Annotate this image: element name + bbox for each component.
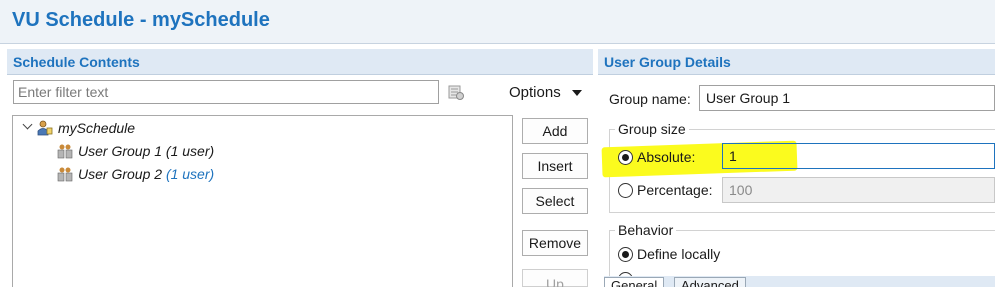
select-button[interactable]: Select (522, 188, 588, 214)
absolute-radio[interactable] (618, 150, 633, 165)
schedule-tree[interactable] (12, 115, 513, 287)
tree-item-user-group-1[interactable]: User Group 1 (1 user) (78, 143, 214, 163)
percentage-radio[interactable] (618, 183, 633, 198)
absolute-label: Absolute: (637, 149, 696, 165)
filter-input[interactable] (13, 80, 439, 104)
define-locally-radio[interactable] (618, 247, 633, 262)
tab-general[interactable]: General (604, 277, 665, 287)
add-button[interactable]: Add (522, 118, 588, 144)
absolute-input[interactable] (722, 143, 995, 169)
percentage-label: Percentage: (637, 182, 713, 198)
group-size-title: Group size (615, 121, 689, 137)
tree-item-label: User Group 2 (78, 166, 163, 182)
insert-button[interactable]: Insert (522, 153, 588, 179)
window-title: VU Schedule - mySchedule (12, 9, 270, 31)
clear-filter-icon[interactable] (447, 83, 465, 101)
tree-item-label: User Group 1 (1 user) (78, 143, 215, 159)
tree-item-count: (1 user) (165, 166, 215, 182)
user-group-details-header: User Group Details (598, 49, 995, 75)
group-name-label: Group name: (609, 91, 691, 107)
tab-advanced[interactable]: Advanced (674, 277, 746, 287)
schedule-contents-title: Schedule Contents (13, 54, 140, 70)
define-locally-label: Define locally (637, 246, 721, 262)
remove-button[interactable]: Remove (522, 230, 588, 256)
tree-root-label: mySchedule (58, 120, 136, 136)
options-menu-button[interactable]: Options (509, 84, 561, 101)
user-group-icon (57, 167, 73, 182)
options-dropdown-icon[interactable] (572, 90, 582, 96)
tree-root-myschedule[interactable]: mySchedule (58, 120, 135, 140)
title-bar: VU Schedule - mySchedule (0, 0, 995, 44)
user-group-details-title: User Group Details (604, 54, 731, 70)
percentage-input[interactable] (722, 177, 995, 203)
user-group-icon (57, 144, 73, 159)
schedule-icon (37, 120, 53, 136)
schedule-contents-header: Schedule Contents (7, 49, 593, 75)
group-name-input[interactable] (699, 85, 995, 111)
tree-item-user-group-2[interactable]: User Group 2 (1 user) (78, 166, 214, 186)
up-button[interactable]: Up (522, 269, 588, 287)
behavior-title: Behavior (615, 222, 677, 238)
